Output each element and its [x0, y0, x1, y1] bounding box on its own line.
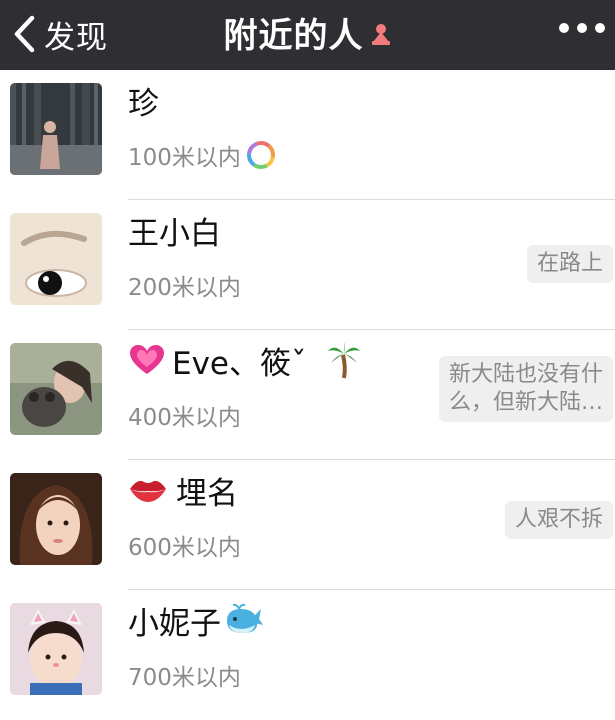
avatar	[10, 213, 102, 305]
page-title: 附近的人	[0, 0, 615, 64]
avatar	[10, 343, 102, 435]
more-button[interactable]	[559, 14, 605, 42]
signature-bubble: 人艰不拆	[504, 501, 613, 539]
navigation-bar: 发现 附近的人	[0, 0, 615, 70]
distance-text: 600米以内	[128, 535, 241, 561]
person-name-row: 珍	[128, 80, 159, 122]
person-name-row: Eve、筱ˇ	[128, 340, 361, 382]
avatar-image	[10, 213, 102, 305]
person-name-row: 小妮子	[128, 600, 263, 642]
signature-text-line: 么，但新大陆…	[448, 390, 603, 415]
signature-bubble: 新大陆也没有什 么，但新大陆…	[438, 356, 613, 422]
distance-row: 400米以内	[128, 398, 241, 432]
signature-text: 人艰不拆	[514, 507, 603, 532]
whale-emoji	[227, 603, 263, 633]
page-title-text: 附近的人	[223, 15, 364, 56]
avatar	[10, 603, 102, 695]
avatar-image	[10, 83, 102, 175]
avatar	[10, 473, 102, 565]
signature-bubble: 在路上	[526, 245, 613, 283]
lips-emoji	[130, 480, 166, 502]
avatar-image	[10, 603, 102, 695]
more-dot	[577, 23, 587, 33]
list-item[interactable]: 埋名 600米以内 人艰不拆	[0, 460, 615, 590]
pink-heart-emoji	[130, 345, 164, 374]
person-name: 小妮子	[128, 605, 221, 642]
distance-row: 700米以内	[128, 658, 241, 692]
distance-row: 600米以内	[128, 528, 241, 562]
person-name: 埋名	[176, 475, 238, 512]
person-name: Eve、筱ˇ	[172, 345, 307, 382]
distance-row: 100米以内	[128, 138, 275, 172]
avatar-image	[10, 473, 102, 565]
distance-text: 200米以内	[128, 275, 241, 301]
distance-text: 100米以内	[128, 145, 241, 171]
person-name-row: 埋名	[128, 470, 238, 512]
list-item[interactable]: 小妮子 700米以内	[0, 590, 615, 720]
avatar-image	[10, 343, 102, 435]
person-name-row: 王小白	[128, 210, 221, 252]
moments-album-icon	[246, 141, 275, 169]
distance-text: 400米以内	[128, 405, 241, 431]
distance-text: 700米以内	[128, 665, 241, 691]
list-item[interactable]: Eve、筱ˇ 400米以内 新大陆也没有什 么，但新大陆…	[0, 330, 615, 460]
more-dot	[559, 23, 569, 33]
list-item[interactable]: 珍 100米以内	[0, 70, 615, 200]
palm-tree-emoji	[327, 342, 360, 379]
person-name: 王小白	[128, 215, 221, 252]
person-name: 珍	[128, 85, 159, 122]
signature-text-line: 新大陆也没有什	[448, 362, 603, 387]
more-dot	[595, 23, 605, 33]
female-pin-icon	[371, 24, 390, 45]
signature-text: 在路上	[536, 251, 603, 276]
list-item[interactable]: 王小白 200米以内 在路上	[0, 200, 615, 330]
avatar	[10, 83, 102, 175]
distance-row: 200米以内	[128, 268, 241, 302]
